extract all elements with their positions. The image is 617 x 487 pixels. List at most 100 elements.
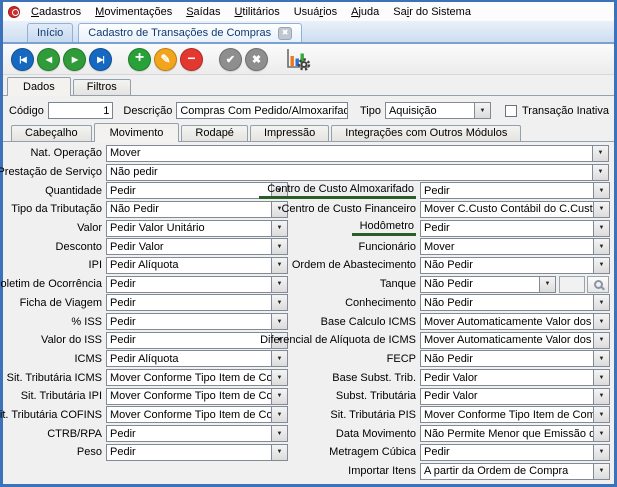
dropdown-arrow-icon[interactable]: ▼ (271, 239, 287, 254)
ordem-de-abastecimento-combo[interactable]: Não Pedir▼ (420, 257, 610, 274)
dropdown-arrow-icon[interactable]: ▼ (593, 389, 609, 404)
dropdown-arrow-icon[interactable]: ▼ (593, 314, 609, 329)
menu-cadastros[interactable]: Cadastros (24, 4, 88, 20)
tab-inicio[interactable]: Início (27, 23, 73, 42)
dropdown-arrow-icon[interactable]: ▼ (271, 221, 287, 236)
dropdown-arrow-icon[interactable]: ▼ (593, 370, 609, 385)
tanque-combo[interactable]: Não Pedir▼ (420, 276, 556, 293)
prestacao-de-servico-combo[interactable]: Não pedir▼ (106, 164, 609, 181)
peso-combo[interactable]: Pedir▼ (106, 444, 288, 461)
last-record-button[interactable]: ▶| (89, 48, 112, 71)
sit-tributaria-cofins-combo[interactable]: Mover Conforme Tipo Item de Compra▼ (106, 406, 288, 423)
valor-combo[interactable]: Pedir Valor Unitário▼ (106, 220, 288, 237)
dropdown-arrow-icon[interactable]: ▼ (593, 221, 609, 236)
base-subst-trib-combo[interactable]: Pedir Valor▼ (420, 369, 610, 386)
dropdown-arrow-icon[interactable]: ▼ (271, 314, 287, 329)
dropdown-arrow-icon[interactable]: ▼ (593, 464, 609, 479)
fecp-combo[interactable]: Não Pedir▼ (420, 350, 610, 367)
tab-integracoes-com-outros-modulos[interactable]: Integrações com Outros Módulos (331, 125, 521, 141)
dropdown-arrow-icon[interactable]: ▼ (593, 426, 609, 441)
dropdown-arrow-icon[interactable]: ▼ (593, 295, 609, 310)
conhecimento-combo[interactable]: Não Pedir▼ (420, 294, 610, 311)
dropdown-arrow-icon[interactable]: ▼ (271, 426, 287, 441)
tab-movimento[interactable]: Movimento (94, 123, 180, 142)
dropdown-arrow-icon[interactable]: ▼ (271, 258, 287, 273)
dropdown-arrow-icon[interactable]: ▼ (593, 258, 609, 273)
boletim-de-ocorrencia-combo[interactable]: Pedir▼ (106, 276, 288, 293)
tipo-da-tributacao-combo[interactable]: Não Pedir▼ (106, 201, 288, 218)
dropdown-arrow-icon[interactable]: ▼ (593, 333, 609, 348)
hodometro-combo[interactable]: Pedir▼ (420, 220, 610, 237)
iss-combo[interactable]: Pedir▼ (106, 313, 288, 330)
dropdown-arrow-icon[interactable]: ▼ (474, 103, 490, 118)
first-record-button[interactable]: |◀ (11, 48, 34, 71)
dropdown-arrow-icon[interactable]: ▼ (593, 239, 609, 254)
menu-sair-do-sistema[interactable]: Sair do Sistema (386, 4, 478, 20)
desconto-combo[interactable]: Pedir Valor▼ (106, 238, 288, 255)
dropdown-arrow-icon[interactable]: ▼ (271, 407, 287, 422)
prior-record-button[interactable]: ◀ (37, 48, 60, 71)
dropdown-arrow-icon[interactable]: ▼ (592, 146, 608, 161)
cancel-button[interactable]: ✖ (245, 48, 268, 71)
centro-de-custo-financeiro-field: Centro de Custo FinanceiroMover C.Custo … (294, 200, 610, 219)
dropdown-arrow-icon[interactable]: ▼ (592, 165, 608, 180)
dropdown-arrow-icon[interactable]: ▼ (271, 351, 287, 366)
tab-cadastro-de-transacoes-de-compras[interactable]: Cadastro de Transações de Compras✖ (78, 23, 302, 42)
diferencial-de-aliquota-de-icms-combo[interactable]: Mover Automaticamente Valor dos Itens▼ (420, 332, 610, 349)
importar-itens-combo[interactable]: A partir da Ordem de Compra▼ (420, 463, 610, 480)
ctrb-rpa-combo[interactable]: Pedir▼ (106, 425, 288, 442)
dropdown-arrow-icon[interactable]: ▼ (593, 445, 609, 460)
menu-label-part: Sa (393, 6, 406, 18)
dropdown-arrow-icon[interactable]: ▼ (593, 183, 609, 198)
delete-record-button[interactable]: − (180, 48, 203, 71)
tab-rodape[interactable]: Rodapé (181, 125, 248, 141)
tab-label: Início (37, 27, 63, 39)
tanque-code-box[interactable] (559, 276, 585, 293)
tab-cabecalho[interactable]: Cabeçalho (11, 125, 92, 141)
dropdown-arrow-icon[interactable]: ▼ (539, 277, 555, 292)
dropdown-arrow-icon[interactable]: ▼ (593, 407, 609, 422)
descricao-field[interactable]: Compras Com Pedido/Almoxarifado (176, 102, 348, 119)
menu-movimentacoes[interactable]: Movimentações (88, 4, 179, 20)
codigo-field[interactable]: 1 (48, 102, 114, 119)
sit-tributaria-icms-combo[interactable]: Mover Conforme Tipo Item de Compra▼ (106, 369, 288, 386)
base-calculo-icms-combo[interactable]: Mover Automaticamente Valor dos Itens▼ (420, 313, 610, 330)
centro-de-custo-almoxarifado-combo[interactable]: Pedir▼ (420, 182, 610, 199)
confirm-button[interactable]: ✔ (219, 48, 242, 71)
dropdown-arrow-icon[interactable]: ▼ (271, 277, 287, 292)
menu-usuarios[interactable]: Usuários (287, 4, 344, 20)
tipo-combo[interactable]: Aquisição ▼ (385, 102, 491, 119)
chart-settings-button[interactable] (284, 47, 312, 72)
dropdown-arrow-icon[interactable]: ▼ (271, 295, 287, 310)
edit-record-button[interactable]: ✎ (154, 48, 177, 71)
dropdown-arrow-icon[interactable]: ▼ (271, 389, 287, 404)
menu-saidas[interactable]: Saídas (179, 4, 227, 20)
tab-close-icon[interactable]: ✖ (278, 27, 292, 40)
menu-utilitarios[interactable]: Utilitários (227, 4, 286, 20)
ficha-de-viagem-combo[interactable]: Pedir▼ (106, 294, 288, 311)
dropdown-arrow-icon[interactable]: ▼ (271, 370, 287, 385)
prestacao-de-servico-value: Não pedir (107, 166, 592, 178)
dropdown-arrow-icon[interactable]: ▼ (593, 351, 609, 366)
dropdown-arrow-icon[interactable]: ▼ (593, 202, 609, 217)
dropdown-arrow-icon[interactable]: ▼ (271, 445, 287, 460)
tab-dados[interactable]: Dados (7, 77, 71, 96)
next-record-button[interactable]: ▶ (63, 48, 86, 71)
subst-tributaria-combo[interactable]: Pedir Valor▼ (420, 388, 610, 405)
tab-impressao[interactable]: Impressão (250, 125, 329, 141)
sit-tributaria-ipi-combo[interactable]: Mover Conforme Tipo Item de Compra▼ (106, 388, 288, 405)
nat-operacao-combo[interactable]: Mover▼ (106, 145, 609, 162)
data-movimento-combo[interactable]: Não Permite Menor que Emissão da Nota▼ (420, 425, 610, 442)
icms-combo[interactable]: Pedir Alíquota▼ (106, 350, 288, 367)
field-label-text: Ficha de Viagem (20, 297, 102, 309)
menu-ajuda[interactable]: Ajuda (344, 4, 386, 20)
tab-filtros[interactable]: Filtros (73, 79, 131, 95)
ipi-combo[interactable]: Pedir Alíquota▼ (106, 257, 288, 274)
tanque-search-button[interactable] (587, 276, 609, 293)
centro-de-custo-financeiro-combo[interactable]: Mover C.Custo Contábil do C.Custo Almox▼ (420, 201, 610, 218)
insert-record-button[interactable]: + (128, 48, 151, 71)
funcionario-combo[interactable]: Mover▼ (420, 238, 610, 255)
transacao-inativa-checkbox[interactable] (505, 105, 517, 117)
sit-tributaria-pis-combo[interactable]: Mover Conforme Tipo Item de Compra▼ (420, 406, 610, 423)
metragem-cubica-combo[interactable]: Pedir▼ (420, 444, 610, 461)
